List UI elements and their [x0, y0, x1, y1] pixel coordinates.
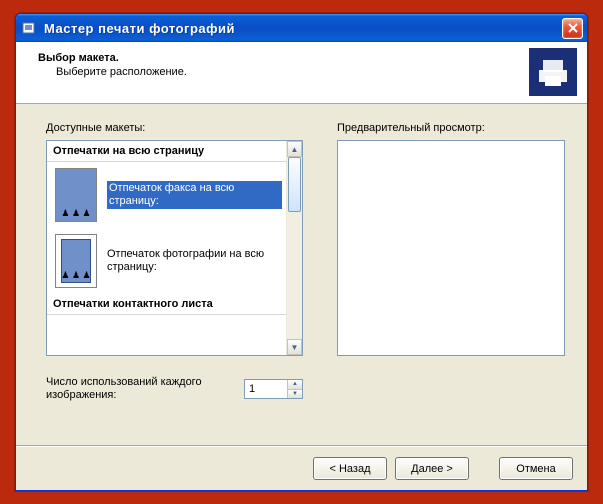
printer-icon	[529, 48, 577, 96]
layout-thumbnail: ♟ ♟ ♟	[55, 234, 97, 288]
titlebar[interactable]: Мастер печати фотографий	[16, 14, 587, 42]
scrollbar[interactable]: ▲ ▼	[286, 141, 302, 355]
scroll-track[interactable]	[287, 157, 302, 339]
app-icon	[22, 20, 38, 36]
wizard-window: Мастер печати фотографий Выбор макета. В…	[15, 13, 588, 491]
layout-item-label: Отпечаток факса на всю страницу:	[107, 181, 282, 209]
spin-up-button[interactable]: ▲	[288, 380, 302, 390]
close-button[interactable]	[562, 18, 583, 39]
copies-input[interactable]	[245, 380, 287, 398]
scroll-up-button[interactable]: ▲	[287, 141, 302, 157]
spin-down-button[interactable]: ▼	[288, 390, 302, 399]
window-title: Мастер печати фотографий	[44, 21, 562, 36]
next-button[interactable]: Далее >	[395, 457, 469, 480]
layout-group-header: Отпечатки контактного листа	[47, 294, 286, 315]
banner-subtext: Выберите расположение.	[56, 66, 573, 78]
wizard-banner: Выбор макета. Выберите расположение.	[16, 42, 587, 104]
usage-label: Число использований каждого изображения:	[46, 376, 230, 402]
wizard-footer: < Назад Далее > Отмена	[16, 446, 587, 490]
copies-spinner[interactable]: ▲ ▼	[244, 379, 303, 399]
layouts-label: Доступные макеты:	[46, 122, 303, 134]
scroll-down-button[interactable]: ▼	[287, 339, 302, 355]
layout-thumbnail: ♟ ♟ ♟	[55, 168, 97, 222]
layout-item-fax-full-page[interactable]: ♟ ♟ ♟ Отпечаток факса на всю страницу:	[47, 162, 286, 228]
scroll-thumb[interactable]	[288, 157, 301, 212]
layout-item-label: Отпечаток фотографии на всю страницу:	[107, 248, 282, 274]
preview-label: Предварительный просмотр:	[337, 122, 565, 134]
cancel-button[interactable]: Отмена	[499, 457, 573, 480]
preview-pane	[337, 140, 565, 356]
back-button[interactable]: < Назад	[313, 457, 387, 480]
layout-group-header: Отпечатки на всю страницу	[47, 141, 286, 162]
layouts-listbox[interactable]: Отпечатки на всю страницу ♟ ♟ ♟ Отпечато…	[46, 140, 303, 356]
layout-item-photo-full-page[interactable]: ♟ ♟ ♟ Отпечаток фотографии на всю страни…	[47, 228, 286, 294]
banner-heading: Выбор макета.	[38, 52, 573, 64]
content-area: Доступные макеты: Отпечатки на всю стран…	[16, 104, 587, 412]
